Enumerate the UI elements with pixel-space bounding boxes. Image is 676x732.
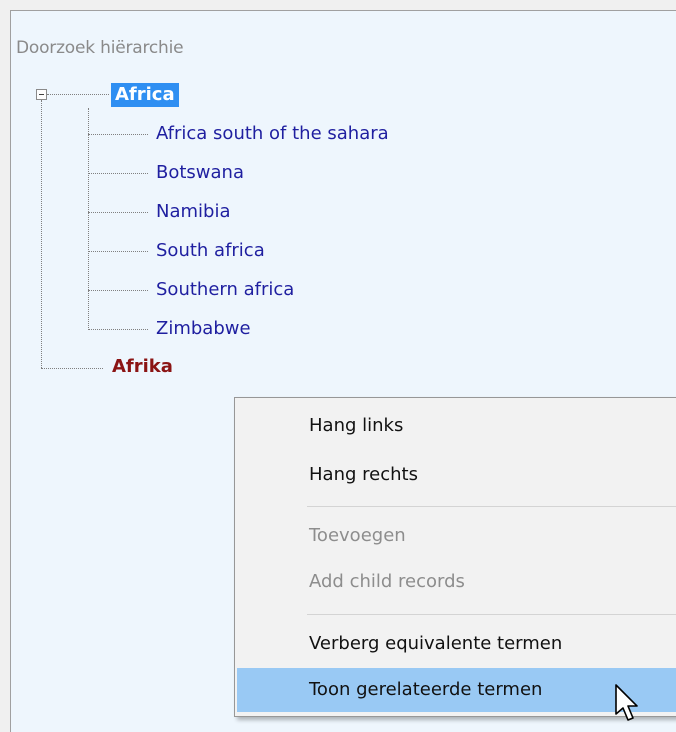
- tree-connector: [88, 329, 148, 330]
- tree-connector: [88, 108, 89, 330]
- tree-node-afrika[interactable]: Afrika: [112, 355, 173, 379]
- tree-connector: [88, 251, 148, 252]
- menu-separator: [307, 506, 676, 507]
- tree-connector: [88, 173, 148, 174]
- tree-node-child[interactable]: Zimbabwe: [156, 317, 251, 341]
- tree-connector: [88, 290, 148, 291]
- tree-node-child[interactable]: Southern africa: [156, 278, 294, 302]
- tree-node-africa[interactable]: Africa: [111, 83, 179, 107]
- menu-separator: [307, 614, 676, 615]
- tree-node-child[interactable]: Namibia: [156, 200, 231, 224]
- tree-connector: [47, 94, 109, 95]
- menu-item-toon-gerelateerde-termen[interactable]: Toon gerelateerde termen: [237, 668, 676, 712]
- context-menu: Hang links Hang rechts Toevoegen Add chi…: [234, 397, 676, 717]
- tree-connector: [41, 100, 42, 368]
- tree-node-child[interactable]: Botswana: [156, 161, 244, 185]
- menu-item-hang-links[interactable]: Hang links: [237, 404, 676, 448]
- tree-node-child[interactable]: Africa south of the sahara: [156, 122, 389, 146]
- tree-connector: [41, 368, 103, 369]
- hierarchy-tree: Africa Africa south of the sahara Botswa…: [0, 0, 676, 400]
- tree-connector: [88, 212, 148, 213]
- tree-connector: [88, 134, 148, 135]
- arrow-cursor-icon: [615, 684, 638, 721]
- collapse-toggle-icon[interactable]: [36, 89, 47, 100]
- tree-node-child[interactable]: South africa: [156, 239, 265, 263]
- menu-item-hang-rechts[interactable]: Hang rechts: [237, 453, 676, 497]
- menu-item-verberg-equivalente-termen[interactable]: Verberg equivalente termen: [237, 622, 676, 666]
- menu-item-toevoegen[interactable]: Toevoegen: [237, 514, 676, 558]
- menu-item-add-child-records[interactable]: Add child records: [237, 560, 676, 604]
